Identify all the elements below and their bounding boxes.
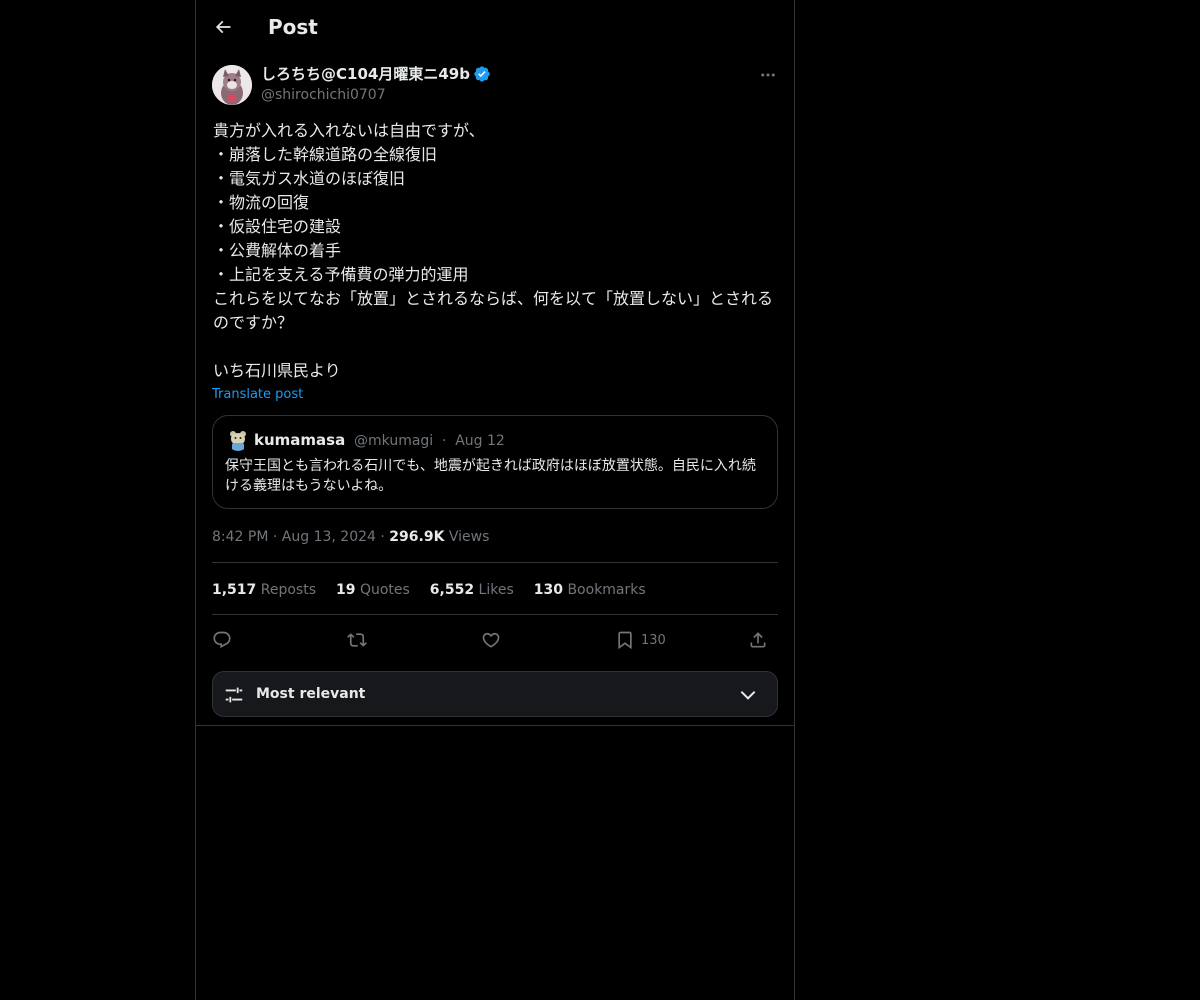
- quote-author-handle: @mkumagi: [354, 433, 434, 449]
- divider: [212, 614, 778, 615]
- sort-label: Most relevant: [256, 686, 366, 702]
- more-options-button[interactable]: [756, 64, 780, 86]
- share-button[interactable]: [748, 626, 768, 654]
- bookmarks-count: 130: [533, 582, 563, 598]
- reply-sort-selector[interactable]: Most relevant: [212, 671, 778, 717]
- author-handle[interactable]: @shirochichi0707: [261, 86, 386, 104]
- reply-button[interactable]: [212, 626, 232, 654]
- views-label: Views: [448, 529, 490, 545]
- bookmark-count: 130: [641, 632, 666, 648]
- quote-separator: ·: [441, 433, 447, 449]
- post-date[interactable]: Aug 13, 2024: [282, 529, 376, 545]
- header: Post: [196, 0, 794, 54]
- repost-button[interactable]: [347, 626, 367, 654]
- bookmark-button[interactable]: 130: [615, 626, 666, 654]
- author-name[interactable]: しろちち@C104月曜東ニ49b: [261, 64, 491, 84]
- heart-icon: [482, 632, 500, 648]
- bookmarks-label: Bookmarks: [567, 582, 646, 598]
- quoted-post[interactable]: kumamasa @mkumagi · Aug 12 保守王国とも言われる石川で…: [212, 415, 778, 509]
- bookmarks-stat[interactable]: 130 Bookmarks: [534, 580, 646, 600]
- quote-author-name: kumamasa: [254, 431, 346, 449]
- translate-post-link[interactable]: Translate post: [212, 386, 303, 404]
- likes-label: Likes: [478, 582, 514, 598]
- bookmark-icon: [618, 631, 632, 650]
- more-dots-icon: [761, 73, 775, 77]
- divider: [196, 725, 794, 726]
- views-count: 296.9K: [389, 529, 445, 545]
- reply-icon: [213, 631, 231, 649]
- post-timestamp: 8:42 PM · Aug 13, 2024 · 296.9K Views: [212, 527, 489, 547]
- repost-icon: [347, 633, 367, 647]
- post-detail-column: Post しろちち@C104月曜東ニ49b @shirochichi0707 貴…: [195, 0, 795, 1000]
- quote-date: Aug 12: [455, 433, 505, 449]
- back-button[interactable]: [206, 10, 240, 44]
- arrow-left-icon: [215, 20, 231, 34]
- quotes-label: Quotes: [359, 582, 410, 598]
- divider: [212, 562, 778, 563]
- quotes-stat[interactable]: 19 Quotes: [336, 580, 410, 600]
- quote-header: kumamasa @mkumagi · Aug 12: [254, 430, 505, 451]
- quote-text: 保守王国とも言われる石川でも、地震が起きれば政府はほぼ放置状態。自民に入れ続ける…: [225, 458, 756, 494]
- share-icon: [750, 632, 766, 648]
- timestamp-separator: ·: [272, 529, 282, 545]
- post-time[interactable]: 8:42 PM: [212, 529, 268, 545]
- reposts-count: 1,517: [212, 582, 257, 598]
- avatar-image: [212, 65, 252, 105]
- quote-author-avatar: [227, 429, 249, 451]
- verified-badge-icon: [473, 65, 491, 83]
- reposts-stat[interactable]: 1,517 Reposts: [212, 580, 316, 600]
- quotes-count: 19: [336, 582, 356, 598]
- post-text: 貴方が入れる入れないは自由ですが、 ・崩落した幹線道路の全線復旧 ・電気ガス水道…: [213, 121, 774, 380]
- like-button[interactable]: [481, 626, 501, 654]
- likes-stat[interactable]: 6,552 Likes: [430, 580, 514, 600]
- reposts-label: Reposts: [260, 582, 316, 598]
- timestamp-separator: ·: [380, 529, 390, 545]
- action-bar: 130: [212, 626, 778, 654]
- page-title: Post: [268, 15, 318, 39]
- chevron-down-icon: [740, 690, 756, 700]
- engagement-stats: 1,517 Reposts 19 Quotes 6,552 Likes 130 …: [212, 580, 646, 600]
- author-name-text: しろちち@C104月曜東ニ49b: [261, 65, 470, 83]
- sliders-icon: [225, 687, 243, 703]
- author-avatar[interactable]: [212, 65, 252, 105]
- likes-count: 6,552: [429, 582, 475, 598]
